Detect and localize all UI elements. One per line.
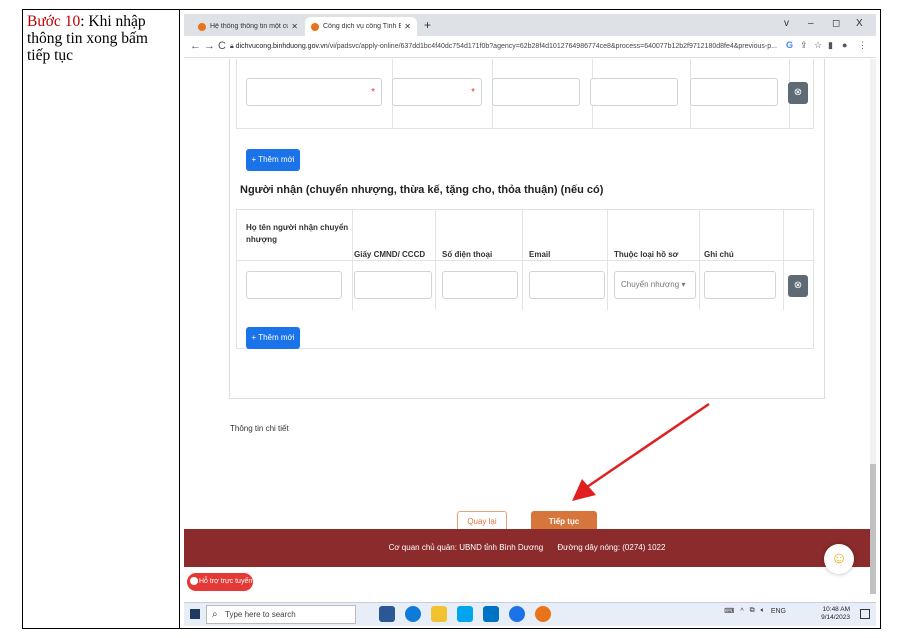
notification-icon[interactable] [860,609,870,619]
chatbot-icon[interactable]: ☺ [824,544,854,574]
bookmark-star-icon[interactable]: ☆ [814,40,822,51]
favicon-icon [198,22,206,31]
maximize-button[interactable]: ◻ [832,18,840,29]
windows-start-icon[interactable] [190,609,200,619]
clock-date: 9/14/2023 [821,614,850,621]
sidebar-icon[interactable]: ▮ [828,40,833,51]
clock[interactable]: 10:48 AM 9/14/2023 [821,606,850,622]
task-view-icon[interactable] [379,606,395,622]
taskbar-search[interactable]: Type here to search [206,605,356,624]
close-tab-icon[interactable]: ✕ [291,22,298,31]
favicon-icon [311,22,319,31]
page-footer: Cơ quan chủ quản: UBND tỉnh Bình Dương Đ… [184,529,870,567]
file-explorer-icon[interactable] [431,606,447,622]
support-badge[interactable]: Hỗ trợ trực tuyến [187,573,253,591]
back-icon[interactable]: ← [190,40,201,52]
browser-icon[interactable] [509,606,525,622]
web-page: * * ⊗ + Thêm mới Người nhận (chuyển nhượ… [184,59,870,529]
pointer-arrow-icon [572,402,710,501]
tab-title: Hệ thống thông tin một cửa điện tử [210,23,288,30]
forward-icon[interactable]: → [204,40,215,52]
address-bar: ← → C 🔒︎ dichvucong.binhduong.gov.vn/vi/… [184,36,876,58]
footer-agency: Cơ quan chủ quản: UBND tỉnh Bình Dương [388,543,544,552]
minimize-button[interactable]: – [808,18,814,29]
speaker-icon[interactable]: 🔈︎ [761,607,765,615]
mail-icon[interactable] [483,606,499,622]
taskbar-apps [379,606,551,622]
google-icon[interactable]: G [786,40,793,50]
new-tab-button[interactable]: + [424,18,431,32]
tab-search-icon[interactable]: v [784,18,789,29]
close-window-button[interactable]: X [856,18,863,29]
chrome-icon[interactable] [535,606,551,622]
profile-icon[interactable]: ● [842,40,847,50]
browser-screenshot: Hệ thống thông tin một cửa điện tử ✕ Cổn… [184,14,876,626]
url-path: /vi/padsvc/apply-online/637dd1bc4f40dc75… [327,43,777,50]
url-host: dichvucong.binhduong.gov.vn [235,43,328,50]
language-indicator[interactable]: ENG [771,608,786,615]
system-tray: ⌨ ^ ⧉ 🔈︎ ENG [724,607,786,615]
show-hidden-icon[interactable]: ^ [740,608,743,615]
footer-hotline: Đường dây nóng: (0274) 1022 [557,543,666,552]
close-tab-icon[interactable]: ✕ [404,22,411,31]
clock-time: 10:48 AM [822,606,850,613]
url-field[interactable]: 🔒︎ dichvucong.binhduong.gov.vn/vi/padsvc… [230,40,790,54]
network-icon[interactable]: ⧉ [750,607,755,615]
tab-public-service-portal[interactable]: Cổng dịch vụ công Tỉnh Bình Dương ✕ [305,17,417,36]
menu-icon[interactable]: ⋮ [858,40,867,51]
store-icon[interactable] [457,606,473,622]
tab-bar: Hệ thống thông tin một cửa điện tử ✕ Cổn… [184,14,876,36]
keyboard-icon[interactable]: ⌨ [724,607,734,615]
reload-icon[interactable]: C [218,40,226,52]
instruction-cell: Bước 10: Khi nhập thông tin xong bấm tiế… [23,10,180,628]
windows-taskbar: Type here to search ⌨ ^ ⧉ 🔈︎ ENG 10:48 A… [184,602,876,626]
tab-one-stop-system[interactable]: Hệ thống thông tin một cửa điện tử ✕ [192,17,304,36]
page-bottom [184,567,870,593]
step-label: Bước 10 [27,13,81,30]
scrollbar-thumb[interactable] [870,464,876,594]
tab-title: Cổng dịch vụ công Tỉnh Bình Dương [323,23,402,30]
share-icon[interactable]: ⇪ [800,40,808,51]
edge-icon[interactable] [405,606,421,622]
